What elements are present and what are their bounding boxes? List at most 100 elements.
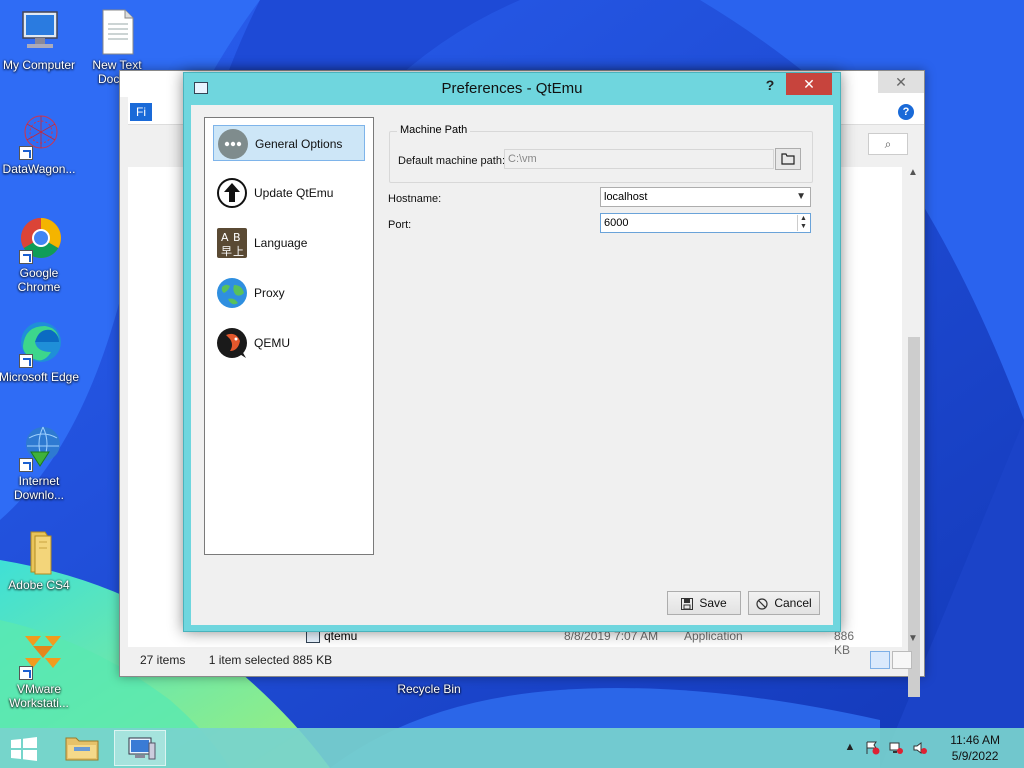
text-file-icon xyxy=(93,8,141,56)
desktop-icon-label: Recycle Bin xyxy=(397,682,461,696)
nav-item-label: General Options xyxy=(255,137,343,151)
port-label: Port: xyxy=(388,219,412,231)
shortcut-arrow-icon xyxy=(19,146,33,160)
desktop-icon-label: Google Chrome xyxy=(17,266,61,294)
desktop-icon-google-chrome[interactable]: Google Chrome xyxy=(0,216,81,294)
download-globe-icon xyxy=(15,424,63,472)
start-button[interactable] xyxy=(10,737,38,761)
preferences-nav-list[interactable]: General Options Update QtEmu A B 早 上 Lan… xyxy=(204,117,374,555)
taskbar-qtemu[interactable] xyxy=(114,730,166,766)
nav-item-label: Language xyxy=(254,236,308,250)
scroll-up-icon[interactable]: ▲ xyxy=(907,167,919,179)
desktop-icon-label: My Computer xyxy=(2,58,76,72)
browse-folder-button[interactable] xyxy=(775,148,801,170)
view-toggle-group xyxy=(868,651,912,672)
clock-date: 5/9/2022 xyxy=(951,749,999,763)
cancel-circle-icon xyxy=(756,598,768,610)
nav-item-language[interactable]: A B 早 上 Language xyxy=(213,225,365,261)
svg-text:早: 早 xyxy=(221,245,232,258)
port-spinbox[interactable]: 6000 ▲ ▼ xyxy=(600,213,811,233)
context-help-button[interactable]: ? xyxy=(760,77,780,93)
floppy-disk-icon xyxy=(681,597,694,610)
edge-icon xyxy=(15,320,63,368)
desktop-icon-label: VMware Workstati... xyxy=(9,682,69,710)
qemu-logo-icon xyxy=(216,327,248,359)
vmware-icon xyxy=(15,632,63,680)
status-selection: 1 item selected 885 KB xyxy=(208,653,333,667)
nav-item-label: Update QtEmu xyxy=(254,186,334,200)
desktop-icon-adobe-cs4[interactable]: Adobe CS4 xyxy=(0,528,81,592)
shortcut-arrow-icon xyxy=(19,354,33,368)
chevron-down-icon: ▼ xyxy=(796,191,806,202)
network-icon[interactable] xyxy=(888,741,904,755)
dialog-title: Preferences - QtEmu xyxy=(441,80,583,97)
file-size: 886 KB xyxy=(834,629,855,657)
scroll-down-icon[interactable]: ▼ xyxy=(907,633,919,645)
svg-text:B: B xyxy=(233,231,241,244)
save-button-label: Save xyxy=(699,596,727,610)
update-arrow-icon xyxy=(216,177,248,209)
volume-muted-icon[interactable] xyxy=(912,741,928,755)
dialog-close-button[interactable]: ✕ xyxy=(786,73,832,95)
save-button[interactable]: Save xyxy=(667,591,741,615)
explorer-close-button[interactable]: ✕ xyxy=(878,71,924,93)
desktop-icon-label: Adobe CS4 xyxy=(8,578,70,592)
default-machine-path-input[interactable]: C:\vm xyxy=(504,149,774,169)
chrome-icon xyxy=(15,216,63,264)
desktop-icon-datawagon[interactable]: DataWagon... xyxy=(0,112,81,176)
explorer-search-icon[interactable]: ⌕ xyxy=(868,133,908,155)
cancel-button[interactable]: Cancel xyxy=(748,591,820,615)
details-view-icon[interactable] xyxy=(870,651,890,669)
desktop-icon-vmware-workstation[interactable]: VMware Workstati... xyxy=(0,632,81,710)
language-icon: A B 早 上 xyxy=(216,227,248,259)
taskbar-file-explorer[interactable] xyxy=(56,730,108,766)
svg-text:A: A xyxy=(221,231,229,244)
datawagon-icon xyxy=(15,112,63,160)
hostname-label: Hostname: xyxy=(388,193,442,205)
action-center-flag-icon[interactable] xyxy=(864,741,880,755)
computer-icon xyxy=(15,8,63,56)
shortcut-arrow-icon xyxy=(19,250,33,264)
folder-icon xyxy=(781,153,795,165)
desktop-icon-recycle-bin[interactable]: Recycle Bin xyxy=(387,682,471,696)
hostname-combobox[interactable]: localhost ▼ xyxy=(600,187,811,207)
folder-icon xyxy=(65,737,99,761)
nav-item-label: Proxy xyxy=(254,286,285,300)
desktop-icon-label: Microsoft Edge xyxy=(0,370,80,384)
nav-item-general-options[interactable]: General Options xyxy=(213,125,365,161)
taskbar-clock[interactable]: 11:46 AM 5/9/2022 xyxy=(950,732,1000,764)
spin-arrows-icon[interactable]: ▲ ▼ xyxy=(797,215,809,231)
explorer-statusbar: 27 items 1 item selected 885 KB xyxy=(140,653,332,667)
desktop-icon-label: DataWagon... xyxy=(2,162,76,176)
nav-item-label: QEMU xyxy=(254,336,290,350)
folder-icon xyxy=(15,528,63,576)
svg-text:上: 上 xyxy=(233,245,244,258)
nav-item-proxy[interactable]: Proxy xyxy=(213,275,365,311)
nav-item-qemu[interactable]: QEMU xyxy=(213,325,365,361)
windows-logo-icon xyxy=(11,737,37,761)
port-value: 6000 xyxy=(604,217,629,229)
cancel-button-label: Cancel xyxy=(774,596,812,610)
dialog-body: General Options Update QtEmu A B 早 上 Lan… xyxy=(191,105,833,625)
more-dots-icon xyxy=(217,128,249,160)
nav-item-update-qtemu[interactable]: Update QtEmu xyxy=(213,175,365,211)
preferences-dialog[interactable]: Preferences - QtEmu ? ✕ General Options xyxy=(183,72,841,632)
taskbar: ▲ 11:46 AM 5/9/2022 xyxy=(0,728,1024,768)
shortcut-arrow-icon xyxy=(19,458,33,472)
desktop-icon-label: Internet Downlo... xyxy=(13,474,65,502)
shortcut-arrow-icon xyxy=(19,666,33,680)
explorer-help-icon[interactable]: ? xyxy=(898,104,914,120)
show-hidden-icons-chevron-icon[interactable]: ▲ xyxy=(842,741,858,755)
qtemu-app-icon xyxy=(128,737,156,760)
status-item-count: 27 items xyxy=(140,653,186,667)
desktop-icon-internet-download-manager[interactable]: Internet Downlo... xyxy=(0,424,81,502)
desktop-icon-my-computer[interactable]: My Computer xyxy=(0,8,81,72)
desktop-icon-microsoft-edge[interactable]: Microsoft Edge xyxy=(0,320,81,384)
machine-path-group-title: Machine Path xyxy=(397,124,471,136)
large-icons-view-icon[interactable] xyxy=(892,651,912,669)
default-machine-path-label: Default machine path: xyxy=(398,155,506,167)
ribbon-tab-file[interactable]: Fi xyxy=(130,103,152,121)
hostname-value: localhost xyxy=(604,191,648,203)
file-app-icon xyxy=(306,631,320,643)
globe-icon xyxy=(216,277,248,309)
